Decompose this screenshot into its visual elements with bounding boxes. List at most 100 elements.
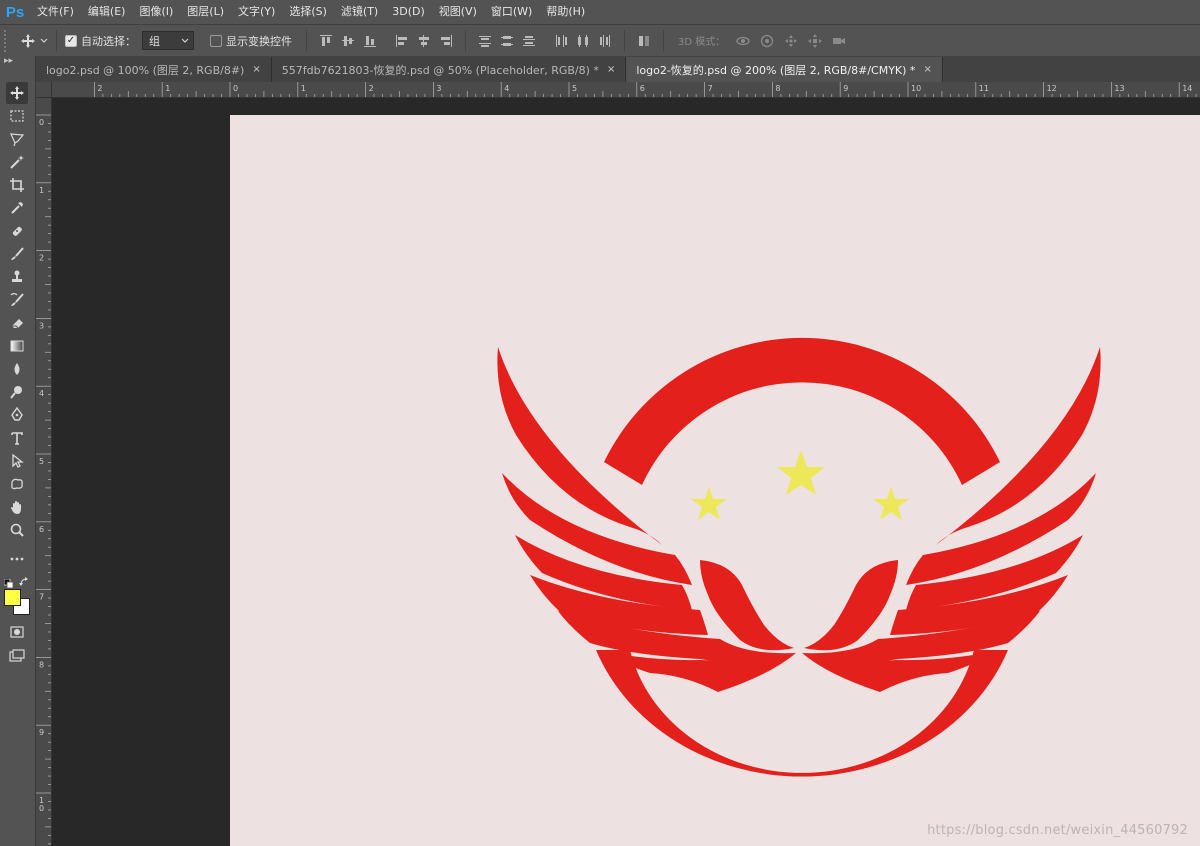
align-hcenter-icon[interactable] <box>417 34 431 48</box>
dodge-tool-icon[interactable] <box>6 381 28 403</box>
path-selection-tool-icon[interactable] <box>6 450 28 472</box>
menu-type[interactable]: 文字(Y) <box>231 0 282 24</box>
tab-label: 557fdb7621803-恢复的.psd @ 50% (Placeholder… <box>281 63 599 77</box>
hand-tool-icon[interactable] <box>6 496 28 518</box>
3d-camera-icon[interactable] <box>831 33 847 49</box>
document-canvas[interactable]: https://blog.csdn.net/weixin_44560792 <box>230 115 1200 846</box>
tools-panel: ▸▸ <box>0 56 36 846</box>
quick-mask-icon[interactable] <box>6 621 28 643</box>
menu-help[interactable]: 帮助(H) <box>539 0 592 24</box>
healing-brush-tool-icon[interactable] <box>6 220 28 242</box>
foreground-color-swatch[interactable] <box>4 589 21 606</box>
menu-filter[interactable]: 滤镜(T) <box>334 0 385 24</box>
photoshop-logo: Ps <box>5 3 25 21</box>
3d-pan-icon[interactable] <box>783 33 799 49</box>
chevron-down-icon[interactable] <box>40 30 48 52</box>
ruler-label: 4 <box>504 84 509 93</box>
close-icon[interactable]: × <box>252 64 260 75</box>
auto-select-target-dropdown[interactable]: 组 <box>142 31 194 50</box>
menu-image[interactable]: 图像(I) <box>132 0 180 24</box>
ruler-label: 3 <box>39 321 44 330</box>
crop-tool-icon[interactable] <box>6 174 28 196</box>
auto-select-target-value: 组 <box>149 34 160 48</box>
lasso-tool-icon[interactable] <box>6 128 28 150</box>
3d-slide-icon[interactable] <box>807 33 823 49</box>
canvas-workspace[interactable]: https://blog.csdn.net/weixin_44560792 <box>52 98 1200 846</box>
menu-3d[interactable]: 3D(D) <box>385 0 432 24</box>
eyedropper-tool-icon[interactable] <box>6 197 28 219</box>
blur-tool-icon[interactable] <box>6 358 28 380</box>
menu-edit[interactable]: 编辑(E) <box>81 0 133 24</box>
panel-collapse-icon[interactable]: ▸▸ <box>0 56 36 80</box>
shape-tool-icon[interactable] <box>6 473 28 495</box>
menu-view[interactable]: 视图(V) <box>432 0 484 24</box>
distribute-bottom-icon[interactable] <box>522 34 536 48</box>
menu-bar: Ps 文件(F) 编辑(E) 图像(I) 图层(L) 文字(Y) 选择(S) 滤… <box>0 0 1200 24</box>
ruler-label: 1 <box>165 84 170 93</box>
align-left-icon[interactable] <box>395 34 409 48</box>
divider <box>56 29 57 52</box>
swap-colors-icon[interactable] <box>19 573 30 586</box>
menu-select[interactable]: 选择(S) <box>282 0 334 24</box>
close-icon[interactable]: × <box>607 64 615 75</box>
distribute-vcenter-icon[interactable] <box>500 34 514 48</box>
auto-align-layers-icon[interactable] <box>637 34 651 48</box>
3d-orbit-icon[interactable] <box>735 33 751 49</box>
menu-file[interactable]: 文件(F) <box>30 0 81 24</box>
show-transform-label: 显示变换控件 <box>226 34 292 48</box>
menu-window[interactable]: 窗口(W) <box>484 0 539 24</box>
auto-select-checkbox[interactable]: ✓ <box>65 34 77 47</box>
gradient-tool-icon[interactable] <box>6 335 28 357</box>
show-transform-checkbox[interactable] <box>210 34 222 47</box>
3d-mode-label: 3D 模式： <box>678 37 726 48</box>
ruler-label: 7 <box>39 593 44 602</box>
default-colors-icon[interactable] <box>3 574 14 589</box>
tab-logo2[interactable]: logo2.psd @ 100% (图层 2, RGB/8#) × <box>36 57 272 82</box>
3d-roll-icon[interactable] <box>759 33 775 49</box>
options-grip[interactable] <box>4 29 10 52</box>
more-tools-icon[interactable] <box>6 548 28 570</box>
divider <box>624 29 625 52</box>
pen-tool-icon[interactable] <box>6 404 28 426</box>
menu-layer[interactable]: 图层(L) <box>180 0 231 24</box>
distribute-top-icon[interactable] <box>478 34 492 48</box>
ruler-label: 1 <box>39 186 44 195</box>
winged-logo-artwork <box>497 337 1101 777</box>
magic-wand-tool-icon[interactable] <box>6 151 28 173</box>
tab-557fdb7621803[interactable]: 557fdb7621803-恢复的.psd @ 50% (Placeholder… <box>271 57 627 82</box>
ruler-label: 3 <box>436 84 441 93</box>
horizontal-ruler[interactable]: 2 1 0 1 2 3 4 5 6 7 8 9 10 11 12 13 14 <box>52 82 1200 98</box>
screen-mode-icon[interactable] <box>6 645 28 667</box>
ruler-label: 0 <box>39 118 44 127</box>
ruler-label: 2 <box>39 254 44 263</box>
divider <box>663 29 664 52</box>
ruler-corner[interactable] <box>36 82 52 98</box>
distribute-right-icon[interactable] <box>598 34 612 48</box>
zoom-tool-icon[interactable] <box>6 519 28 541</box>
distribute-left-icon[interactable] <box>554 34 568 48</box>
align-top-icon[interactable] <box>319 34 333 48</box>
align-bottom-icon[interactable] <box>363 34 377 48</box>
move-tool-icon[interactable] <box>6 82 28 104</box>
eraser-tool-icon[interactable] <box>6 312 28 334</box>
ruler-label: 8 <box>775 84 780 93</box>
align-right-icon[interactable] <box>439 34 453 48</box>
ruler-label: 10 <box>911 84 921 93</box>
move-tool-preset-icon[interactable] <box>20 30 36 52</box>
vertical-ruler[interactable]: 012345678910 <box>36 98 52 846</box>
tab-logo2-recovered[interactable]: logo2-恢复的.psd @ 200% (图层 2, RGB/8#/CMYK)… <box>626 57 943 82</box>
ruler-label: 12 <box>1047 84 1057 93</box>
options-bar: ✓ 自动选择： 组 显示变换控件 3D 模式： <box>0 24 1200 56</box>
divider <box>465 29 466 52</box>
close-icon[interactable]: × <box>923 64 931 75</box>
ruler-label: 6 <box>640 84 645 93</box>
brush-tool-icon[interactable] <box>6 243 28 265</box>
marquee-tool-icon[interactable] <box>6 105 28 127</box>
logo-stars <box>691 450 909 520</box>
align-vcenter-icon[interactable] <box>341 34 355 48</box>
clone-stamp-tool-icon[interactable] <box>6 266 28 288</box>
type-tool-icon[interactable] <box>6 427 28 449</box>
history-brush-tool-icon[interactable] <box>6 289 28 311</box>
ruler-label: 5 <box>39 457 44 466</box>
distribute-hcenter-icon[interactable] <box>576 34 590 48</box>
